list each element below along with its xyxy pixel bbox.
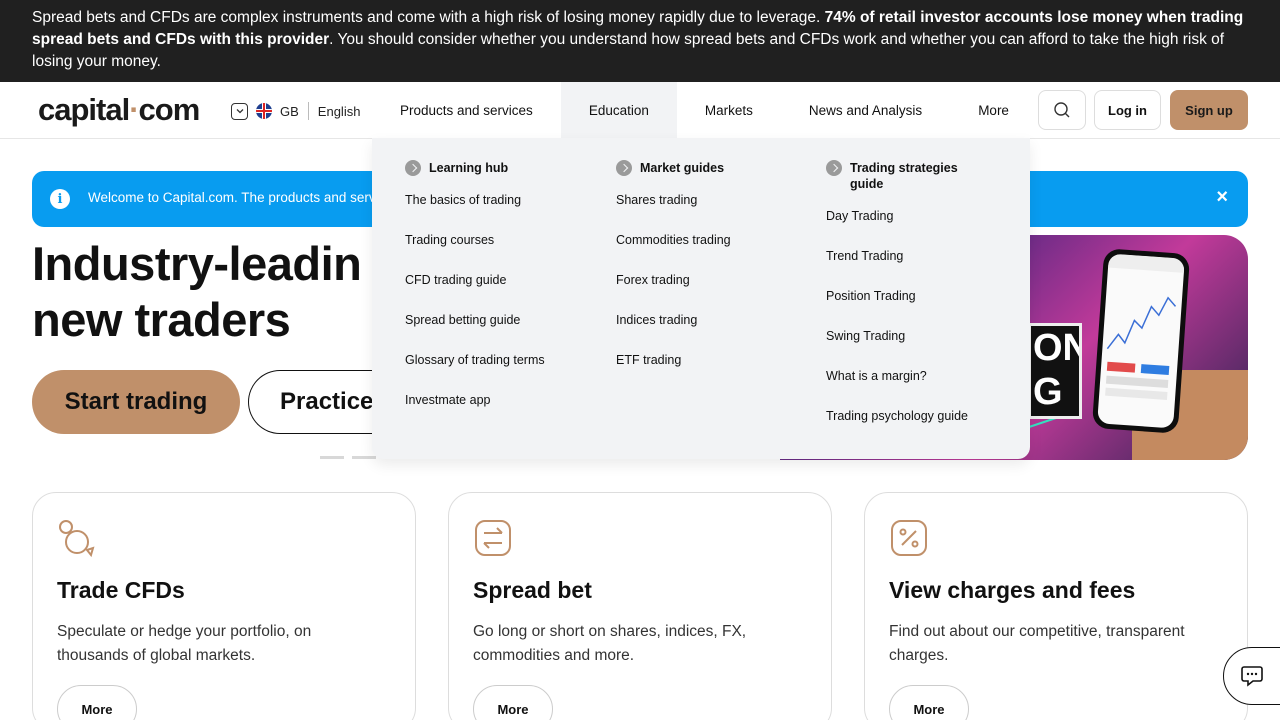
chevron-down-icon [231,102,248,120]
language-label: English [317,103,361,119]
hero-title-line-2: new traders [32,293,291,346]
heading-line-1: Trading strategies [850,161,958,175]
nav-markets[interactable]: Markets [677,82,781,138]
nav-more[interactable]: More [950,82,1037,138]
menu-link[interactable]: Forex trading [616,273,731,313]
trading-strategies-heading[interactable]: Trading strategies guide [826,160,968,192]
logo[interactable]: capital·com [38,92,201,128]
region-label: GB [280,103,299,119]
menu-link[interactable]: Shares trading [616,193,731,233]
info-icon: i [50,189,70,209]
divider [307,102,309,120]
locale-selector[interactable]: GB English [231,101,360,121]
more-button[interactable]: More [57,685,137,720]
search-button[interactable] [1038,90,1086,130]
site-header: capital·com GB English Products and serv… [0,82,1280,139]
menu-link[interactable]: Day Trading [826,209,968,249]
card-title: View charges and fees [889,577,1136,603]
menu-link[interactable]: Spread betting guide [405,313,545,353]
menu-link[interactable]: Indices trading [616,313,731,353]
card-text: Speculate or hedge your portfolio, on th… [57,623,312,664]
hero-title-line-1: Industry-leadin [32,237,362,290]
menu-link[interactable]: Position Trading [826,289,968,329]
card-title: Spread bet [473,577,592,603]
learning-hub-heading[interactable]: Learning hub [405,160,545,176]
arrow-right-icon [826,160,842,176]
menu-link[interactable]: Trading psychology guide [826,409,968,449]
menu-link[interactable]: CFD trading guide [405,273,545,313]
nav-education[interactable]: Education [560,82,677,138]
search-icon [1054,102,1070,118]
nav-news-and-analysis[interactable]: News and Analysis [781,82,950,138]
info-banner-text: Welcome to Capital.com. The products and… [88,190,376,205]
close-icon[interactable]: × [1216,186,1228,209]
risk-warning-banner: Spread bets and CFDs are complex instrum… [0,0,1280,82]
coins-icon [59,520,95,558]
menu-link[interactable]: Commodities trading [616,233,731,273]
learning-hub-label: Learning hub [429,161,509,175]
login-button[interactable]: Log in [1094,90,1161,130]
swap-arrows-icon [475,520,511,556]
menu-column-trading-strategies: Trading strategies guide Day Trading Tren… [826,160,968,449]
more-button[interactable]: More [473,685,553,720]
card-spread-bet: Spread bet Go long or short on shares, i… [448,492,832,720]
hero-title: Industry-leadin new traders [32,236,412,348]
nav-products-and-services[interactable]: Products and services [372,82,561,138]
phone-graphic [1091,248,1191,434]
hero-sign: ON G [1028,323,1082,419]
card-text: Go long or short on shares, indices, FX,… [473,623,747,664]
menu-link[interactable]: Trend Trading [826,249,968,289]
logo-dot: · [129,92,139,127]
market-guides-label: Market guides [640,161,725,175]
menu-column-market-guides: Market guides Shares trading Commodities… [616,160,731,393]
chat-icon [1241,666,1263,687]
menu-link[interactable]: Swing Trading [826,329,968,369]
menu-link[interactable]: The basics of trading [405,193,545,233]
education-mega-menu: Learning hub The basics of trading Tradi… [372,138,1030,459]
menu-column-learning-hub: Learning hub The basics of trading Tradi… [405,160,545,433]
card-title: Trade CFDs [57,577,185,603]
menu-link[interactable]: What is a margin? [826,369,968,409]
carousel-dot[interactable] [352,456,376,459]
menu-link[interactable]: ETF trading [616,353,731,393]
trading-strategies-label: Trading strategies guide [850,160,958,192]
arrow-right-icon [405,160,421,176]
heading-line-2: guide [850,177,884,191]
carousel-dot[interactable] [320,456,344,459]
sign-text-1: ON [1033,327,1079,369]
market-guides-heading[interactable]: Market guides [616,160,731,176]
card-trade-cfds: Trade CFDs Speculate or hedge your portf… [32,492,416,720]
menu-link[interactable]: Trading courses [405,233,545,273]
arrow-right-icon [616,160,632,176]
logo-text-right: com [138,92,201,127]
more-button[interactable]: More [889,685,969,720]
card-text: Find out about our competitive, transpar… [889,623,1185,664]
start-trading-button[interactable]: Start trading [32,370,240,434]
uk-flag-icon [256,103,272,119]
main-nav: Products and services Education Markets … [372,82,1037,138]
sign-text-2: G [1033,371,1063,413]
logo-text-left: capital [38,92,130,127]
signup-button[interactable]: Sign up [1170,90,1248,130]
risk-text-start: Spread bets and CFDs are complex instrum… [32,9,825,26]
card-charges-and-fees: View charges and fees Find out about our… [864,492,1248,720]
percent-icon [891,520,927,556]
chat-button[interactable] [1223,647,1280,705]
menu-link[interactable]: Glossary of trading terms [405,353,545,393]
menu-link[interactable]: Investmate app [405,393,545,433]
